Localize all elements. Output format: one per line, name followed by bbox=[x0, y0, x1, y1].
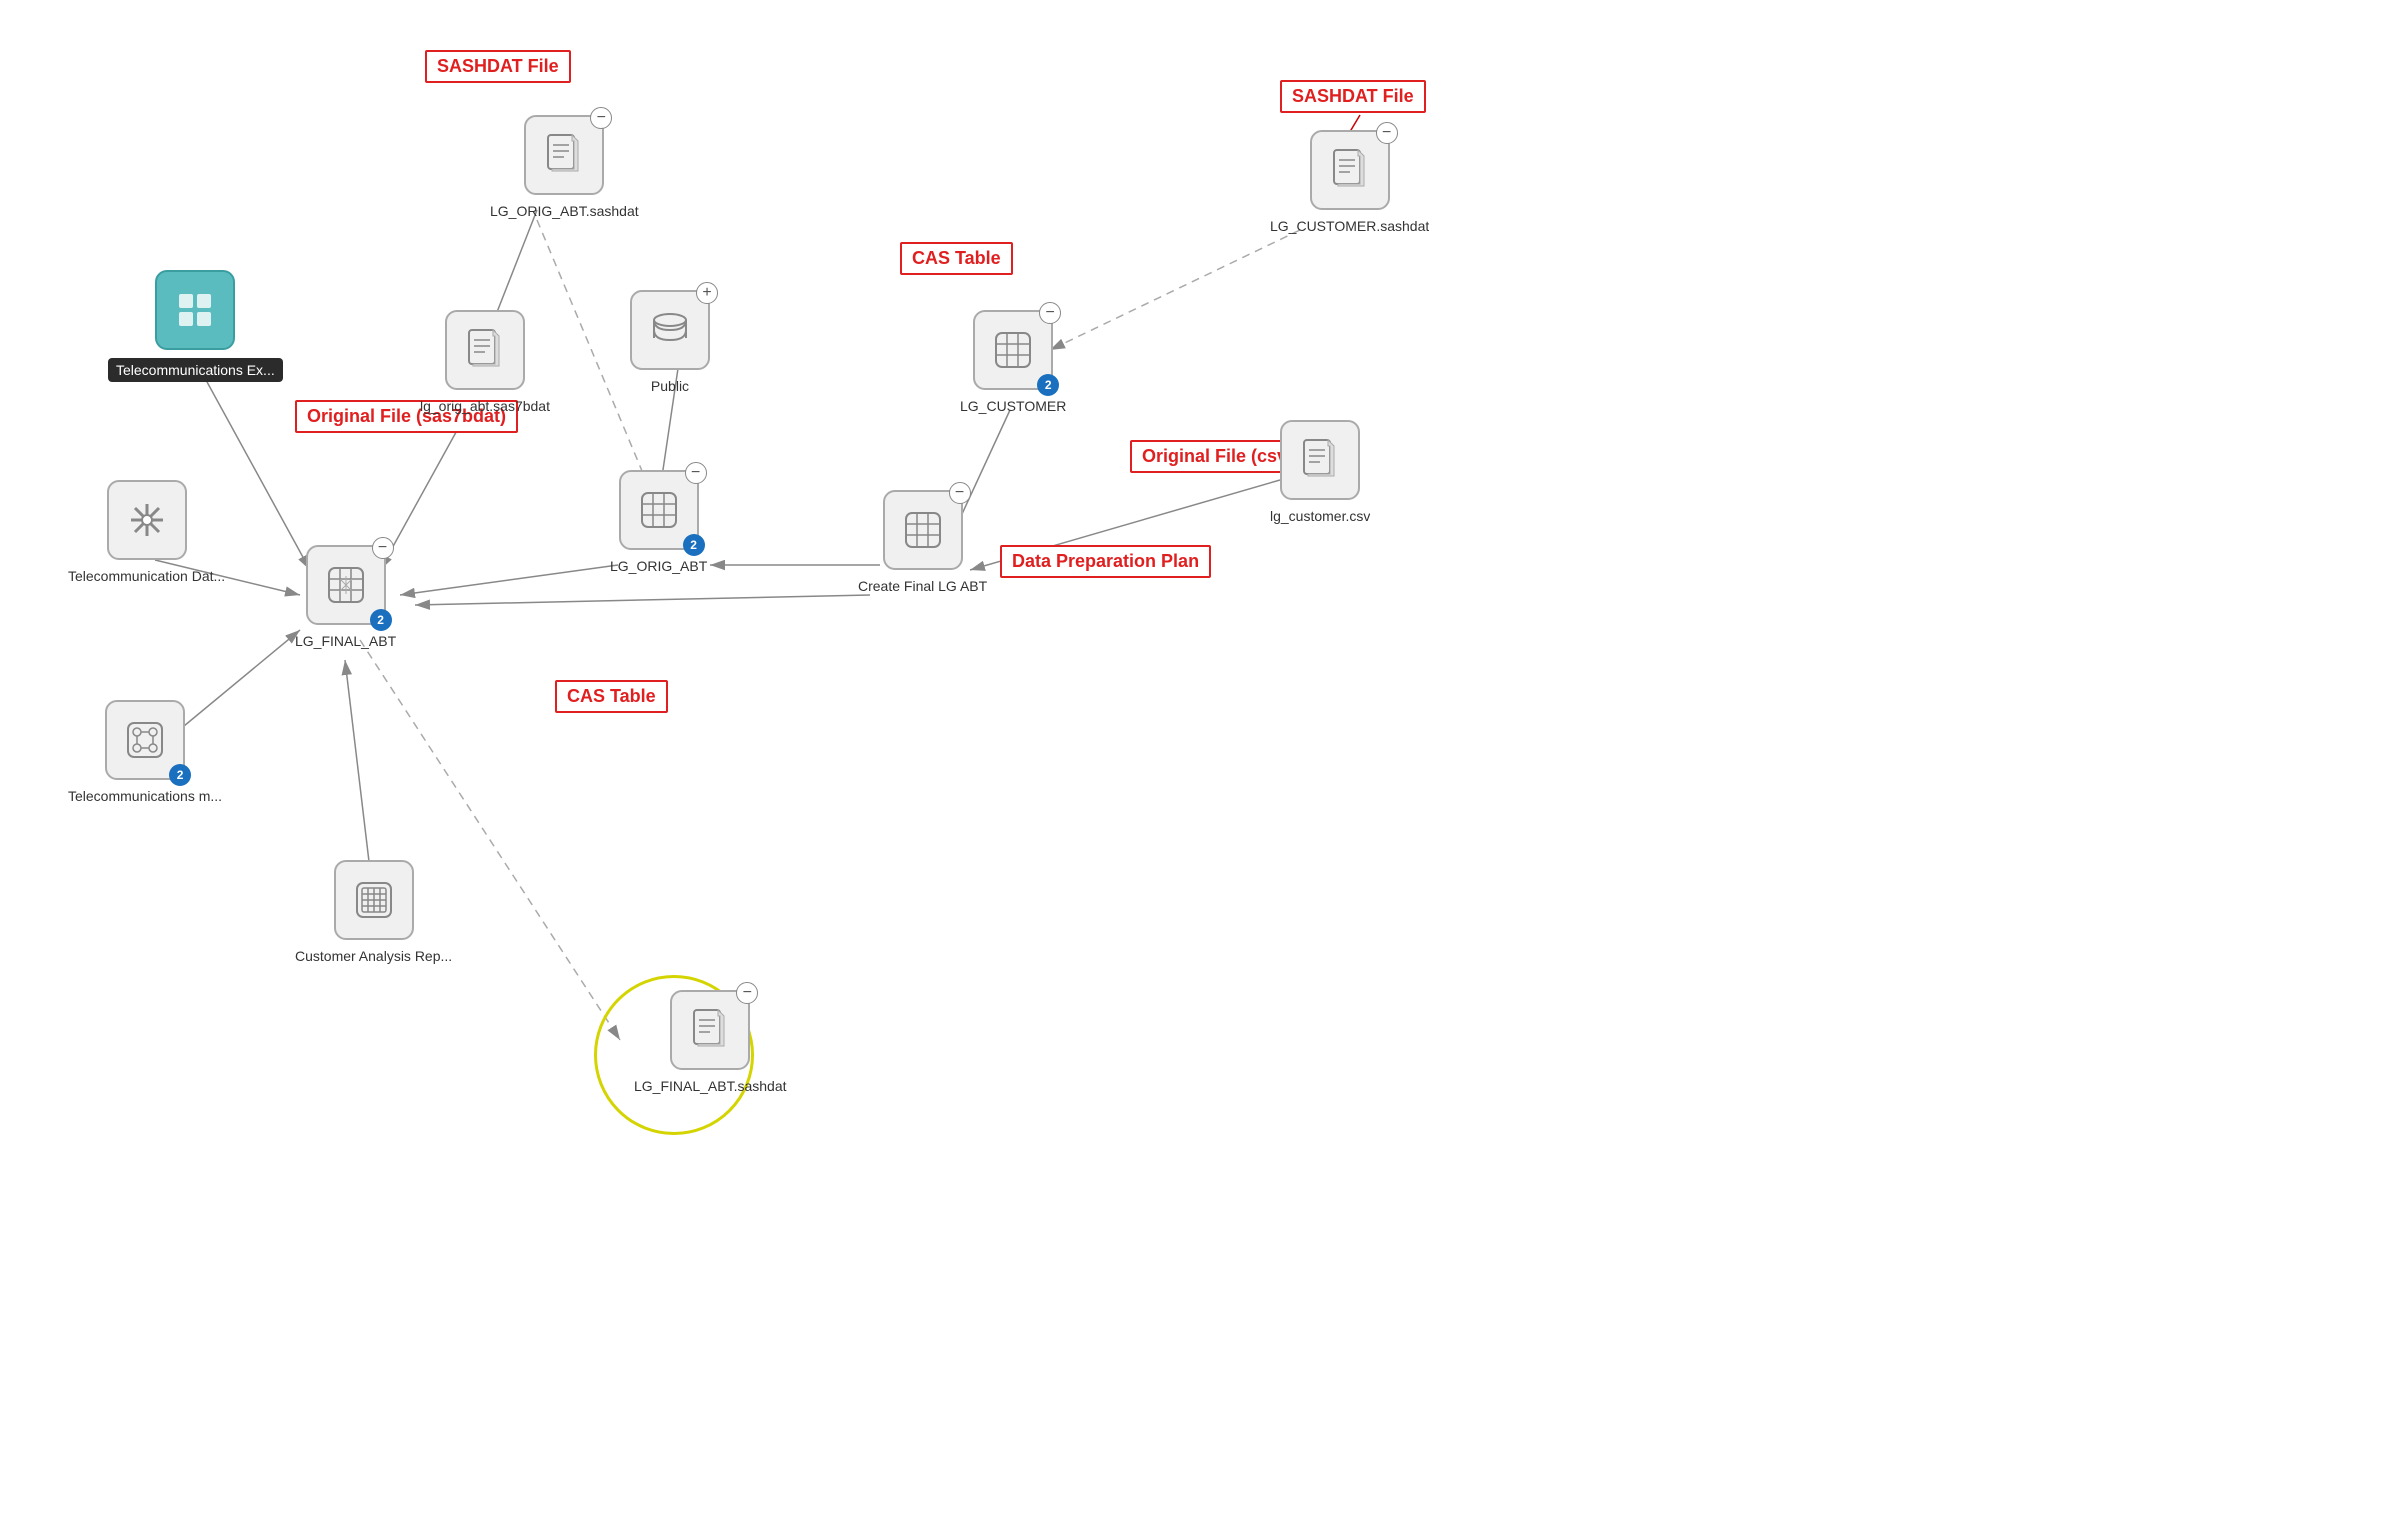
node-label-telecom-ex: Telecommunications Ex... bbox=[108, 358, 283, 382]
node-lg-orig-abt-sas7bdat[interactable]: lg_orig_abt.sas7bdat bbox=[420, 310, 550, 414]
minus-btn-lg-customer-sashdat[interactable]: − bbox=[1376, 122, 1398, 144]
data-prep-plan-annotation: Data Preparation Plan bbox=[1000, 545, 1211, 578]
badge-lg-customer: 2 bbox=[1037, 374, 1059, 396]
cas-table-annotation-2: CAS Table bbox=[555, 680, 668, 713]
node-label-telecom-dat: Telecommunication Dat... bbox=[68, 568, 225, 584]
node-label-lg-final-abt-sashdat: LG_FINAL_ABT.sashdat bbox=[634, 1078, 787, 1094]
node-label-telecom-model: Telecommunications m... bbox=[68, 788, 222, 804]
node-lg-orig-abt-cas[interactable]: − 2 LG_ORIG_ABT bbox=[610, 470, 707, 574]
node-lg-final-abt[interactable]: − 2 LG_FINAL_ABT bbox=[295, 545, 396, 649]
minus-btn-lg-orig-abt[interactable]: − bbox=[685, 462, 707, 484]
node-icon-create-final-lg-abt: − bbox=[883, 490, 963, 570]
node-create-final-lg-abt[interactable]: − Create Final LG ABT bbox=[858, 490, 987, 594]
node-icon-telecom-model: 2 bbox=[105, 700, 185, 780]
node-icon-lg-orig-abt-cas: − 2 bbox=[619, 470, 699, 550]
connection-lines bbox=[0, 0, 2403, 1528]
node-icon-telecom-ex bbox=[155, 270, 235, 350]
node-label-customer-analysis-rep: Customer Analysis Rep... bbox=[295, 948, 452, 964]
plus-btn-public[interactable]: + bbox=[696, 282, 718, 304]
node-lg-customer-sashdat[interactable]: − LG_CUSTOMER.sashdat bbox=[1270, 130, 1429, 234]
node-icon-lg-final-abt-sashdat: − bbox=[670, 990, 750, 1070]
badge-lg-final-abt: 2 bbox=[370, 609, 392, 631]
badge-lg-orig-abt: 2 bbox=[683, 534, 705, 556]
node-icon-customer-analysis-rep bbox=[334, 860, 414, 940]
badge-telecom-model: 2 bbox=[169, 764, 191, 786]
cas-table-annotation-1: CAS Table bbox=[900, 242, 1013, 275]
node-public[interactable]: + Public bbox=[630, 290, 710, 394]
node-label-create-final-lg-abt: Create Final LG ABT bbox=[858, 578, 987, 594]
node-icon-lg-customer: − 2 bbox=[973, 310, 1053, 390]
node-telecom-dat[interactable]: Telecommunication Dat... bbox=[68, 480, 225, 584]
node-icon-lg-orig-abt-sashdat: − bbox=[524, 115, 604, 195]
node-icon-public: + bbox=[630, 290, 710, 370]
node-telecom-model[interactable]: 2 Telecommunications m... bbox=[68, 700, 222, 804]
node-label-lg-orig-abt-cas: LG_ORIG_ABT bbox=[610, 558, 707, 574]
node-label-lg-customer-csv: lg_customer.csv bbox=[1270, 508, 1370, 524]
minus-btn-create-final[interactable]: − bbox=[949, 482, 971, 504]
node-label-lg-final-abt: LG_FINAL_ABT bbox=[295, 633, 396, 649]
node-lg-customer[interactable]: − 2 LG_CUSTOMER bbox=[960, 310, 1066, 414]
node-label-lg-orig-abt-sas7bdat: lg_orig_abt.sas7bdat bbox=[420, 398, 550, 414]
minus-btn-lg-orig-abt-sashdat[interactable]: − bbox=[590, 107, 612, 129]
node-icon-lg-customer-sashdat: − bbox=[1310, 130, 1390, 210]
node-lg-orig-abt-sashdat[interactable]: − LG_ORIG_ABT.sashdat bbox=[490, 115, 639, 219]
node-lg-customer-csv[interactable]: lg_customer.csv bbox=[1270, 420, 1370, 524]
node-label-public: Public bbox=[651, 378, 689, 394]
node-icon-lg-final-abt: − 2 bbox=[306, 545, 386, 625]
sashdat-file-annotation-2: SASHDAT File bbox=[1280, 80, 1426, 113]
node-icon-lg-orig-abt-sas7bdat bbox=[445, 310, 525, 390]
node-label-lg-customer: LG_CUSTOMER bbox=[960, 398, 1066, 414]
minus-btn-lg-customer[interactable]: − bbox=[1039, 302, 1061, 324]
sashdat-file-annotation-1: SASHDAT File bbox=[425, 50, 571, 83]
node-customer-analysis-rep[interactable]: Customer Analysis Rep... bbox=[295, 860, 452, 964]
node-lg-final-abt-sashdat[interactable]: − LG_FINAL_ABT.sashdat bbox=[634, 990, 787, 1094]
minus-btn-lg-final-abt-sashdat[interactable]: − bbox=[736, 982, 758, 1004]
node-label-lg-orig-abt-sashdat: LG_ORIG_ABT.sashdat bbox=[490, 203, 639, 219]
minus-btn-lg-final-abt[interactable]: − bbox=[372, 537, 394, 559]
node-icon-telecom-dat bbox=[107, 480, 187, 560]
node-icon-lg-customer-csv bbox=[1280, 420, 1360, 500]
diagram-canvas: SASHDAT File SASHDAT File CAS Table Orig… bbox=[0, 0, 2403, 1528]
node-telecom-ex[interactable]: Telecommunications Ex... bbox=[108, 270, 283, 382]
node-label-lg-customer-sashdat: LG_CUSTOMER.sashdat bbox=[1270, 218, 1429, 234]
